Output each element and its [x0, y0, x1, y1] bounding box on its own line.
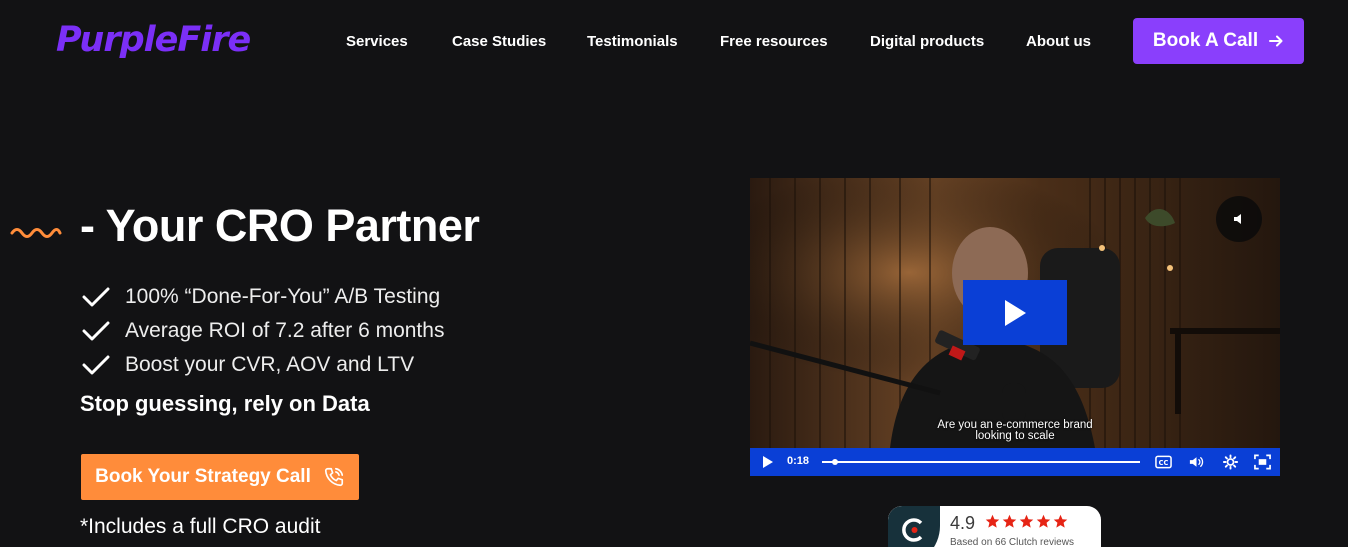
star-icon: [1036, 514, 1051, 528]
nav-testimonials[interactable]: Testimonials: [587, 33, 678, 50]
mute-toggle-button[interactable]: [1216, 196, 1262, 242]
star-rating: [985, 514, 1068, 529]
speaker-muted-icon: [1234, 214, 1241, 224]
squiggle-decoration-icon: [10, 228, 62, 238]
closed-captions-icon[interactable]: CC: [1155, 454, 1172, 470]
svg-text:CC: CC: [1159, 459, 1169, 467]
book-a-call-label: Book A Call: [1152, 30, 1259, 51]
video-current-time: 0:18: [787, 455, 810, 467]
clutch-rating: 4.9: [950, 513, 976, 533]
star-icon: [1019, 514, 1034, 528]
video-caption-line: looking to scale: [975, 430, 1055, 442]
play-video-button[interactable]: [963, 280, 1067, 345]
settings-gear-icon[interactable]: [1222, 454, 1239, 470]
video-controls-bar: 0:18 CC: [750, 448, 1280, 476]
checkmark-icon: [82, 321, 110, 341]
feature-text: 100% “Done-For-You” A/B Testing: [125, 285, 441, 308]
feature-item: Average ROI of 7.2 after 6 months: [82, 314, 444, 348]
checkmark-icon: [82, 355, 110, 375]
feature-text: Average ROI of 7.2 after 6 months: [125, 319, 445, 342]
video-seek-bar[interactable]: [822, 459, 1140, 465]
feature-item: 100% “Done-For-You” A/B Testing: [82, 280, 444, 314]
hero-tagline: Stop guessing, rely on Data: [80, 391, 370, 416]
clutch-review-count: Based on 66 Clutch reviews: [950, 537, 1074, 547]
phone-icon: [324, 467, 343, 487]
audit-note: *Includes a full CRO audit: [80, 515, 321, 538]
nav-free-resources[interactable]: Free resources: [720, 33, 828, 50]
star-icon: [1053, 514, 1068, 528]
nav-services[interactable]: Services: [346, 33, 408, 50]
volume-icon[interactable]: [1188, 454, 1205, 470]
book-a-call-button[interactable]: Book A Call: [1133, 18, 1304, 64]
hero-title: - Your CRO Partner: [80, 200, 480, 251]
seek-handle[interactable]: [831, 459, 838, 465]
strategy-call-label: Book Your Strategy Call: [95, 466, 311, 487]
feature-text: Boost your CVR, AOV and LTV: [125, 353, 415, 376]
book-strategy-call-button[interactable]: Book Your Strategy Call: [81, 454, 359, 500]
feature-item: Boost your CVR, AOV and LTV: [82, 348, 444, 382]
fullscreen-icon[interactable]: [1254, 454, 1271, 470]
play-icon: [1005, 299, 1026, 326]
nav-digital-products[interactable]: Digital products: [870, 33, 984, 50]
nav-about-us[interactable]: About us: [1026, 33, 1091, 50]
purplefire-logo[interactable]: PurpleFire: [56, 18, 251, 62]
video-player[interactable]: Are you an e-commerce brand looking to s…: [750, 178, 1280, 476]
play-icon[interactable]: [761, 455, 775, 469]
clutch-reviews-badge[interactable]: 4.9 Based on 66 Clutch reviews: [888, 506, 1101, 547]
star-icon: [985, 514, 1000, 528]
clutch-logo-background: [888, 506, 940, 547]
arrow-right-icon: [1269, 35, 1283, 47]
clutch-logo-icon: [902, 518, 923, 542]
star-icon: [1002, 514, 1017, 528]
nav-case-studies[interactable]: Case Studies: [452, 33, 546, 50]
checkmark-icon: [82, 287, 110, 307]
feature-list: 100% “Done-For-You” A/B Testing Average …: [82, 280, 444, 382]
